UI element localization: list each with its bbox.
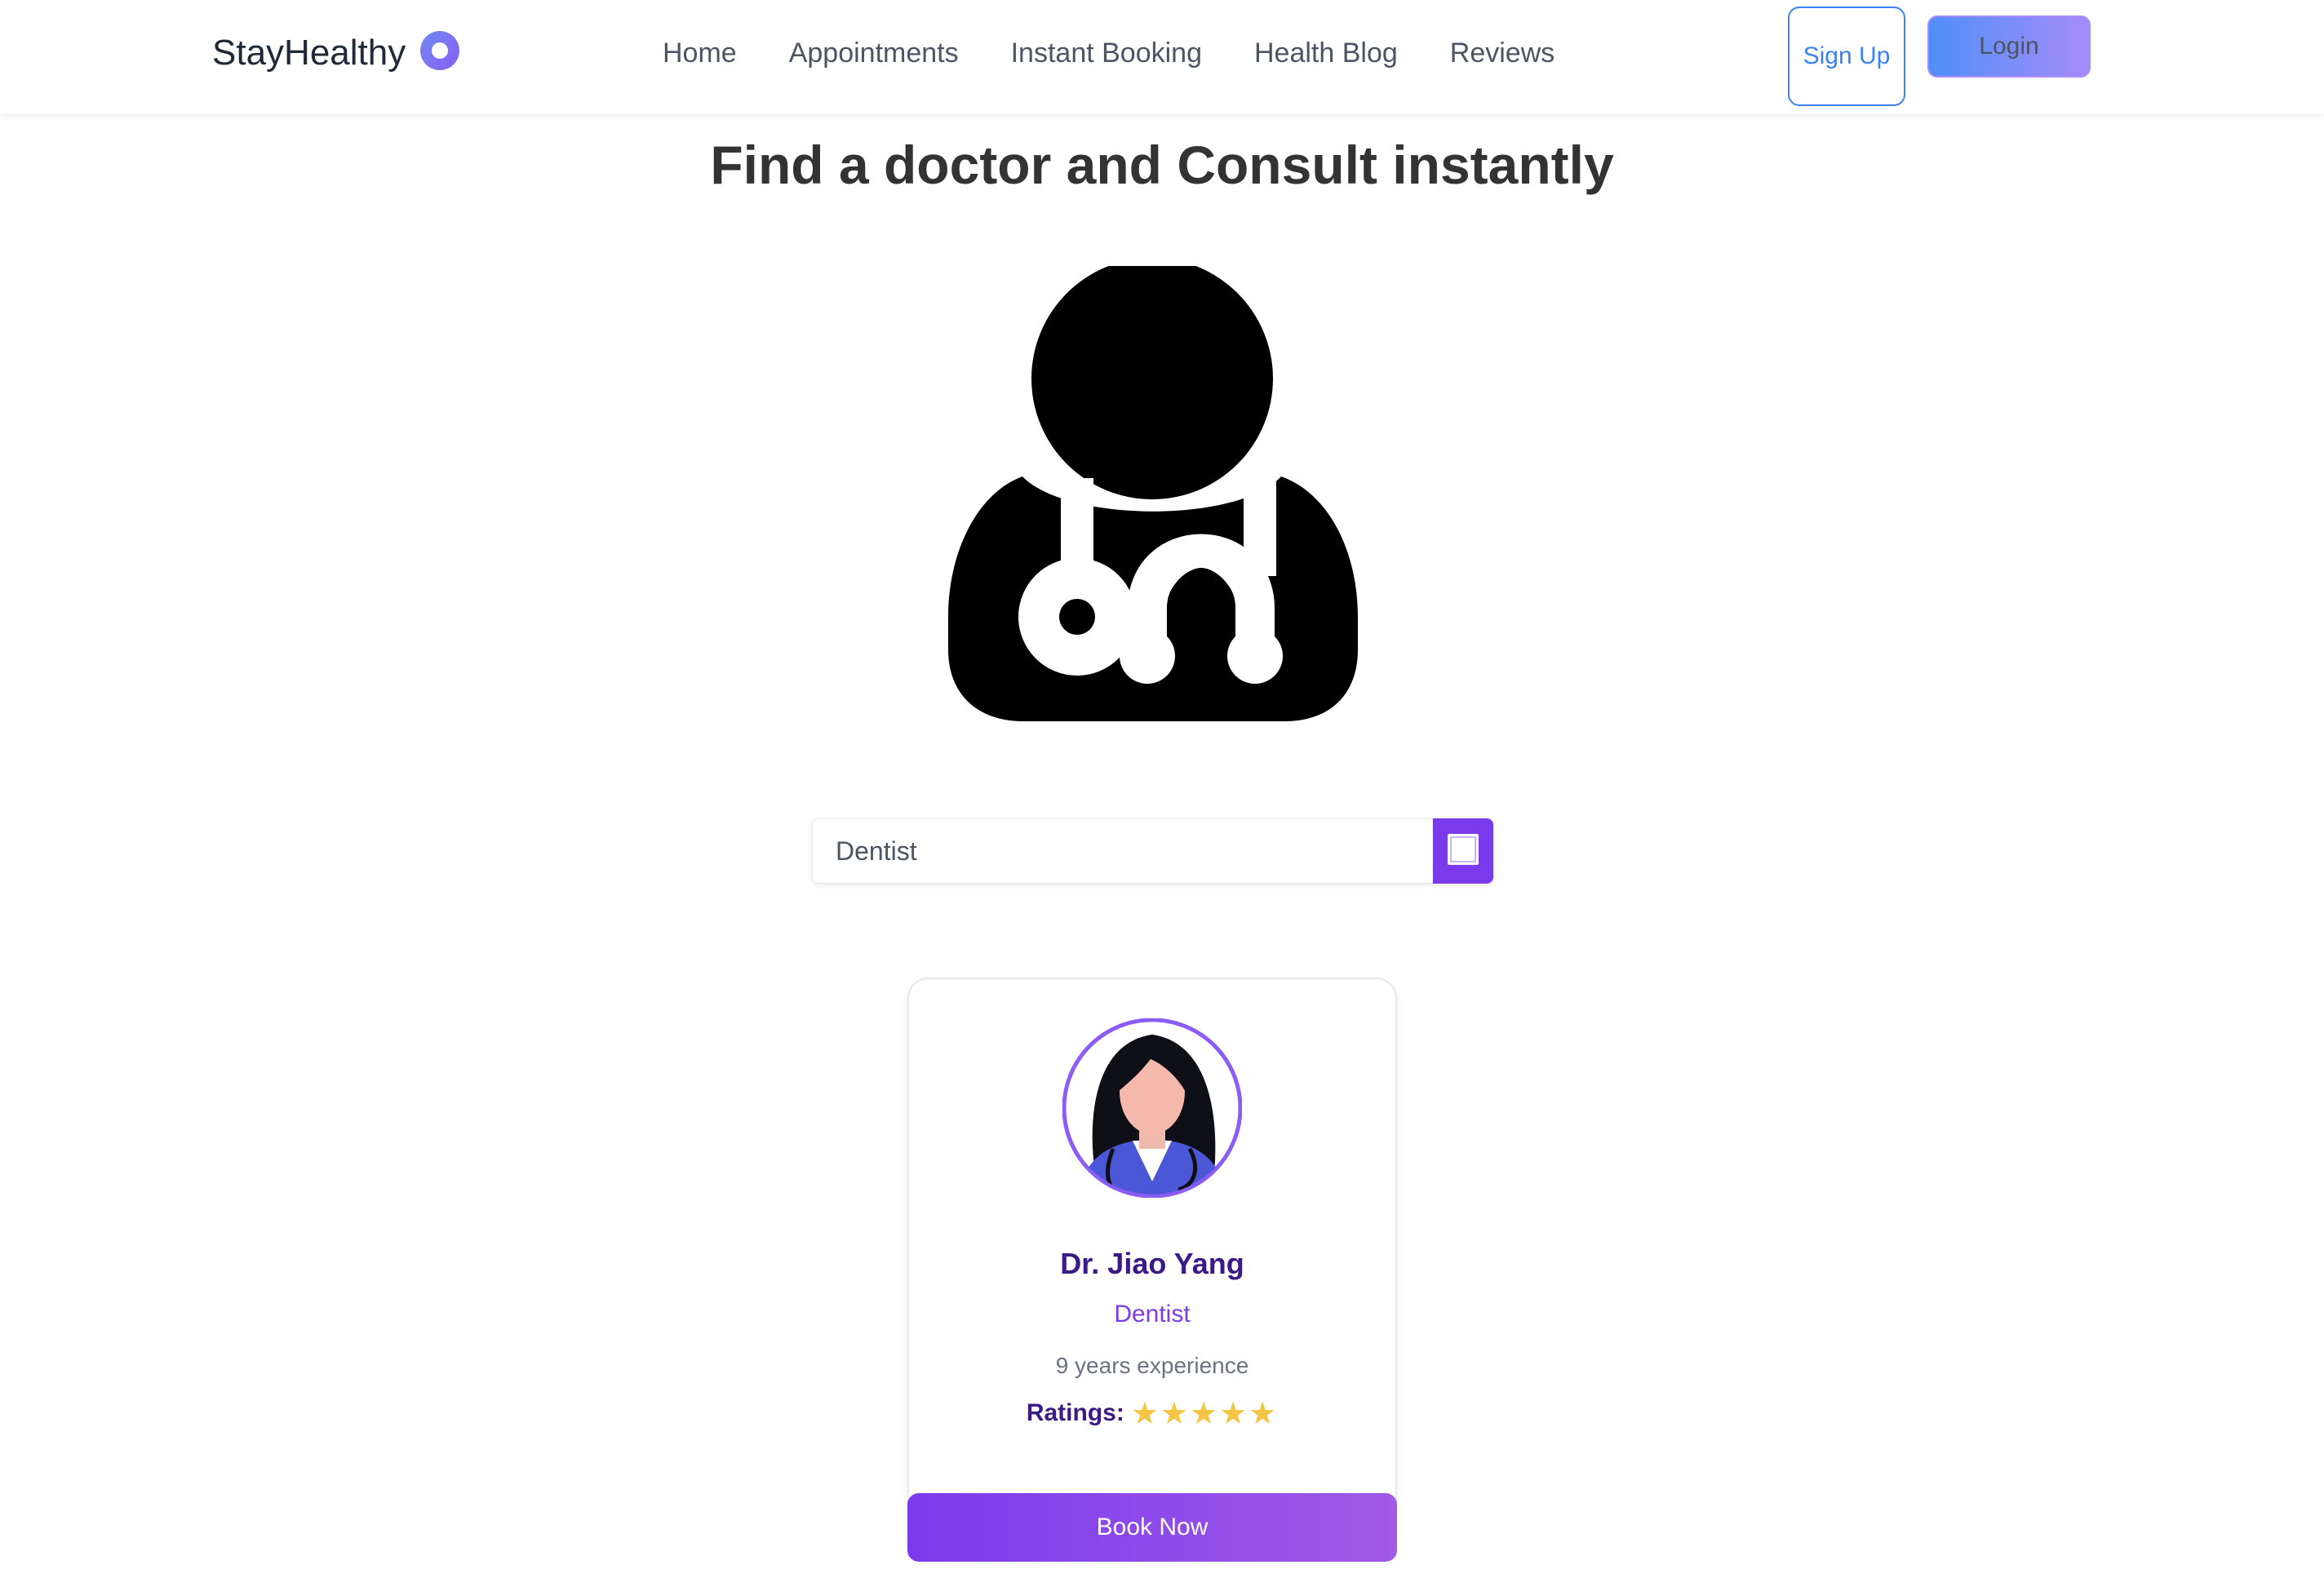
doctor-ratings: Ratings: ★★★★★ — [909, 1395, 1395, 1431]
nav-link-home[interactable]: Home — [663, 38, 737, 69]
nav-link-appointments[interactable]: Appointments — [789, 38, 959, 69]
search-button[interactable] — [1433, 818, 1493, 884]
doctor-specialty: Dentist — [1114, 1301, 1191, 1328]
doctor-name: Dr. Jiao Yang — [1060, 1247, 1244, 1280]
top-navbar: StayHealthy Home Appointments Instant Bo… — [0, 0, 2324, 114]
doctor-card: Dr. Jiao Yang Dentist 9 years experience… — [907, 977, 1397, 1562]
doctor-avatar-icon — [1062, 1017, 1243, 1202]
brand-ring-icon — [420, 31, 460, 74]
brand-logo[interactable]: StayHealthy — [212, 31, 460, 74]
ratings-label: Ratings: — [1026, 1399, 1124, 1426]
book-now-button[interactable]: Book Now — [907, 1493, 1397, 1562]
search-box — [812, 818, 1494, 884]
nav-link-reviews[interactable]: Reviews — [1450, 38, 1555, 69]
sign-up-button[interactable]: Sign Up — [1788, 7, 1905, 106]
star-rating: ★★★★★ — [1130, 1395, 1279, 1431]
page-title: Find a doctor and Consult instantly — [710, 135, 1614, 195]
search-input[interactable] — [813, 819, 1430, 883]
login-button[interactable]: Login — [1927, 16, 2091, 78]
doctor-experience: 9 years experience — [1055, 1353, 1249, 1378]
nav-links: Home Appointments Instant Booking Health… — [663, 38, 1555, 69]
nav-link-instant-booking[interactable]: Instant Booking — [1011, 38, 1202, 69]
brand-name: StayHealthy — [212, 32, 406, 73]
nav-link-health-blog[interactable]: Health Blog — [1254, 38, 1398, 69]
search-square-icon — [1446, 832, 1480, 871]
doctor-stethoscope-icon — [945, 258, 1363, 727]
